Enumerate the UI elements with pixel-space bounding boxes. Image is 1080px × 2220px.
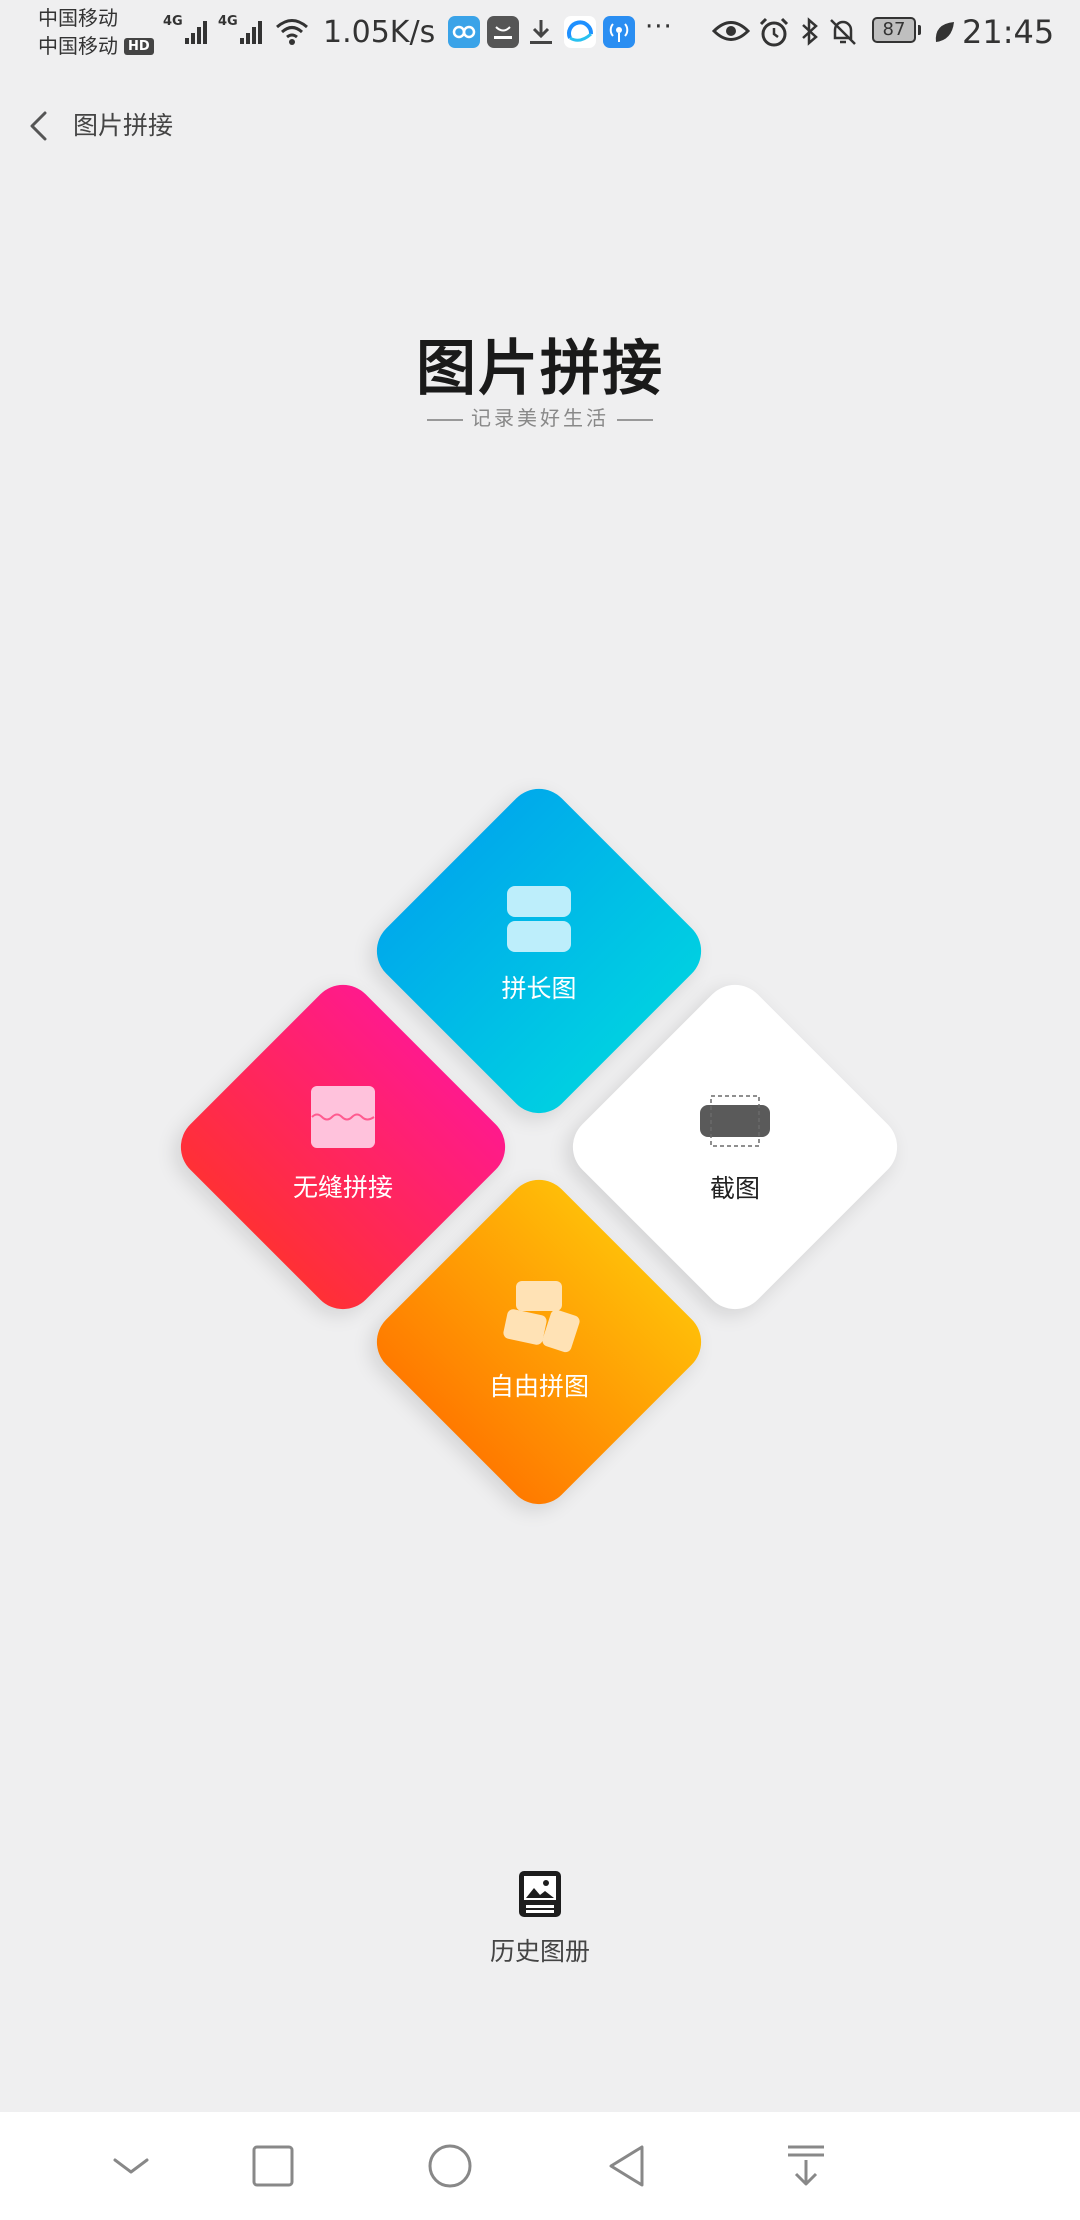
seamless-stitch-content: 无缝拼接 [243, 1085, 443, 1205]
screenshot-label: 截图 [709, 1174, 760, 1203]
circle-icon [428, 2144, 472, 2188]
back-nav-button[interactable] [600, 2138, 656, 2194]
status-bar: 中国移动 中国移动 HD 4G 4G 1.05K/s ··· 87 21:45 [0, 0, 1080, 66]
chevron-left-icon [30, 111, 47, 141]
seamless-icon [311, 1086, 375, 1148]
long-stitch-label: 拼长图 [501, 974, 577, 1003]
battery-icon: 87 [872, 17, 921, 43]
download-icon [530, 20, 552, 44]
hotspot-icon [603, 16, 635, 48]
screenshot-crop-icon [700, 1095, 770, 1147]
screenshot-content: 截图 [635, 1094, 835, 1206]
bluetooth-icon [802, 17, 818, 46]
huawei-store-icon [487, 16, 519, 48]
home-button[interactable] [422, 2138, 478, 2194]
carrier-1: 中国移动 [38, 6, 118, 30]
wifi-icon [276, 19, 308, 45]
divider-left [427, 418, 463, 421]
free-collage-label: 自由拼图 [488, 1372, 589, 1401]
logo-subtitle-text: 记录美好生活 [471, 406, 609, 430]
logo-subtitle: 记录美好生活 [0, 402, 1080, 431]
recent-apps-button[interactable] [245, 2138, 301, 2194]
app-notify-icon-1 [448, 16, 480, 48]
photo-album-icon [519, 1871, 561, 1917]
pull-down-icon [788, 2145, 824, 2186]
more-notifications: ··· [645, 12, 673, 42]
seamless-stitch-label: 无缝拼接 [292, 1173, 393, 1202]
free-collage-content: 自由拼图 [439, 1278, 639, 1404]
logo-title: 图片拼接 [416, 334, 664, 404]
mute-bell-icon [830, 19, 856, 45]
system-nav-bar [0, 2112, 1080, 2220]
top-nav: 图片拼接 [0, 96, 1080, 156]
long-stitch-content: 拼长图 [439, 884, 639, 1006]
signal-2-icon: 4G [218, 14, 264, 44]
history-album-button[interactable]: 历史图册 [440, 1868, 640, 1970]
long-image-icon [507, 886, 571, 952]
hd-badge: HD [124, 37, 154, 55]
signal-1-icon: 4G [163, 14, 209, 44]
alarm-icon [759, 17, 789, 47]
signal-2-tag: 4G [218, 14, 238, 29]
clock: 21:45 [962, 13, 1055, 51]
carrier-info: 中国移动 中国移动 HD [38, 4, 154, 60]
page-title: 图片拼接 [73, 111, 174, 140]
hide-nav-button[interactable] [103, 2138, 159, 2194]
back-button[interactable] [18, 104, 62, 148]
notification-pull-button[interactable] [778, 2138, 834, 2194]
leaf-icon [935, 22, 954, 42]
square-icon [252, 2145, 294, 2187]
net-speed: 1.05K/s [323, 15, 436, 50]
eye-comfort-icon [712, 21, 750, 41]
free-collage-icon [503, 1281, 580, 1353]
carrier-2: 中国移动 [38, 34, 118, 58]
divider-right [617, 418, 653, 421]
triangle-back-icon [609, 2145, 644, 2187]
signal-1-tag: 4G [163, 14, 183, 29]
history-album-label: 历史图册 [489, 1937, 590, 1966]
battery-level: 87 [882, 19, 906, 40]
screen: 中国移动 中国移动 HD 4G 4G 1.05K/s ··· 87 21:45 … [0, 0, 1080, 2220]
browser-icon [564, 16, 596, 48]
chevron-down-icon [113, 2158, 149, 2174]
